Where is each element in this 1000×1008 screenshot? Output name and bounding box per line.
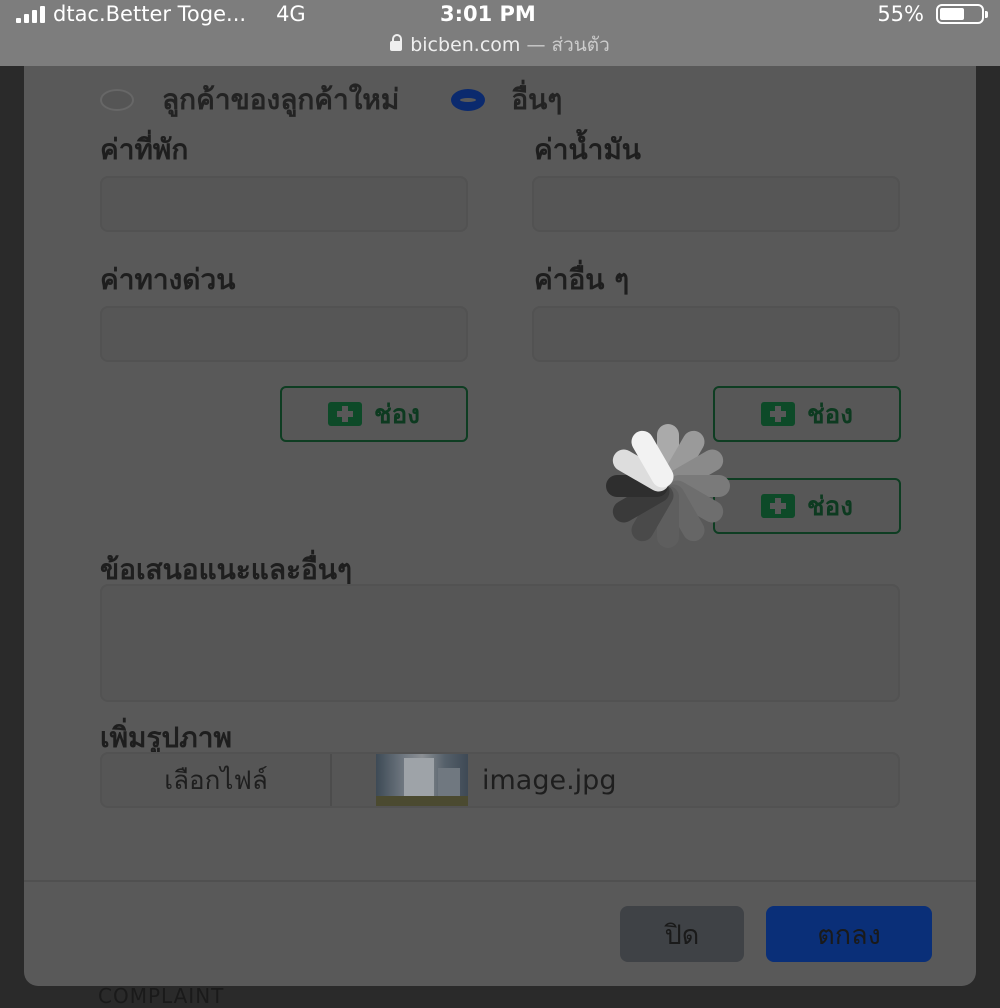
add-slot-button-right[interactable]: ช่อง bbox=[713, 386, 901, 442]
image-thumbnail bbox=[376, 754, 468, 806]
status-bar: dtac.Better Toge... 4G 3:01 PM 55% bicbe… bbox=[0, 0, 1000, 66]
customer-type-radio-group: ลูกค้าของลูกค้าใหม่ อื่นๆ bbox=[100, 78, 562, 122]
battery-percent: 55% bbox=[877, 2, 924, 26]
fuel-input[interactable] bbox=[532, 176, 900, 232]
plus-icon bbox=[761, 402, 796, 426]
image-file-input[interactable]: เลือกไฟล์ image.jpg bbox=[100, 752, 900, 808]
url-domain: bicben.com bbox=[410, 34, 521, 56]
choose-file-button[interactable]: เลือกไฟล์ bbox=[102, 754, 332, 806]
network-type: 4G bbox=[276, 2, 306, 26]
radio-other[interactable] bbox=[451, 89, 486, 111]
signal-icon bbox=[16, 5, 45, 23]
clock: 3:01 PM bbox=[440, 2, 536, 26]
add-slot-button-right-2[interactable]: ช่อง bbox=[713, 478, 901, 534]
battery-icon bbox=[936, 4, 988, 24]
add-slot-label: ช่อง bbox=[807, 399, 853, 430]
modal-footer-divider bbox=[24, 880, 976, 882]
private-mode-label: — ส่วนตัว bbox=[526, 34, 610, 56]
radio-label-other: อื่นๆ bbox=[511, 83, 563, 116]
add-slot-label: ช่อง bbox=[374, 399, 420, 430]
carrier-name: dtac.Better Toge... bbox=[53, 2, 247, 26]
plus-icon bbox=[761, 494, 796, 518]
background-heading: COMPLAINT bbox=[98, 984, 225, 1008]
accommodation-input[interactable] bbox=[100, 176, 468, 232]
plus-icon bbox=[328, 402, 363, 426]
lock-icon bbox=[390, 33, 403, 51]
ok-button[interactable]: ตกลง bbox=[766, 906, 932, 962]
file-name: image.jpg bbox=[482, 764, 617, 796]
other-cost-label: ค่าอื่น ๆ bbox=[534, 263, 630, 296]
toll-label: ค่าทางด่วน bbox=[100, 263, 236, 296]
suggestion-textarea[interactable] bbox=[100, 584, 900, 702]
add-slot-button-left[interactable]: ช่อง bbox=[280, 386, 468, 442]
other-cost-input[interactable] bbox=[532, 306, 900, 362]
add-slot-label: ช่อง bbox=[807, 491, 853, 522]
radio-label-new-customer-referral: ลูกค้าของลูกค้าใหม่ bbox=[162, 83, 400, 116]
radio-new-customer-referral[interactable] bbox=[100, 89, 134, 111]
close-button[interactable]: ปิด bbox=[620, 906, 744, 962]
fuel-label: ค่าน้ำมัน bbox=[534, 133, 641, 166]
status-right: 55% bbox=[877, 2, 988, 26]
modal-dialog: ลูกค้าของลูกค้าใหม่ อื่นๆ ค่าที่พัก ค่าน… bbox=[24, 66, 976, 986]
url-bar[interactable]: bicben.com — ส่วนตัว bbox=[0, 30, 1000, 60]
toll-input[interactable] bbox=[100, 306, 468, 362]
status-left: dtac.Better Toge... 4G bbox=[16, 2, 306, 26]
accommodation-label: ค่าที่พัก bbox=[100, 133, 189, 166]
